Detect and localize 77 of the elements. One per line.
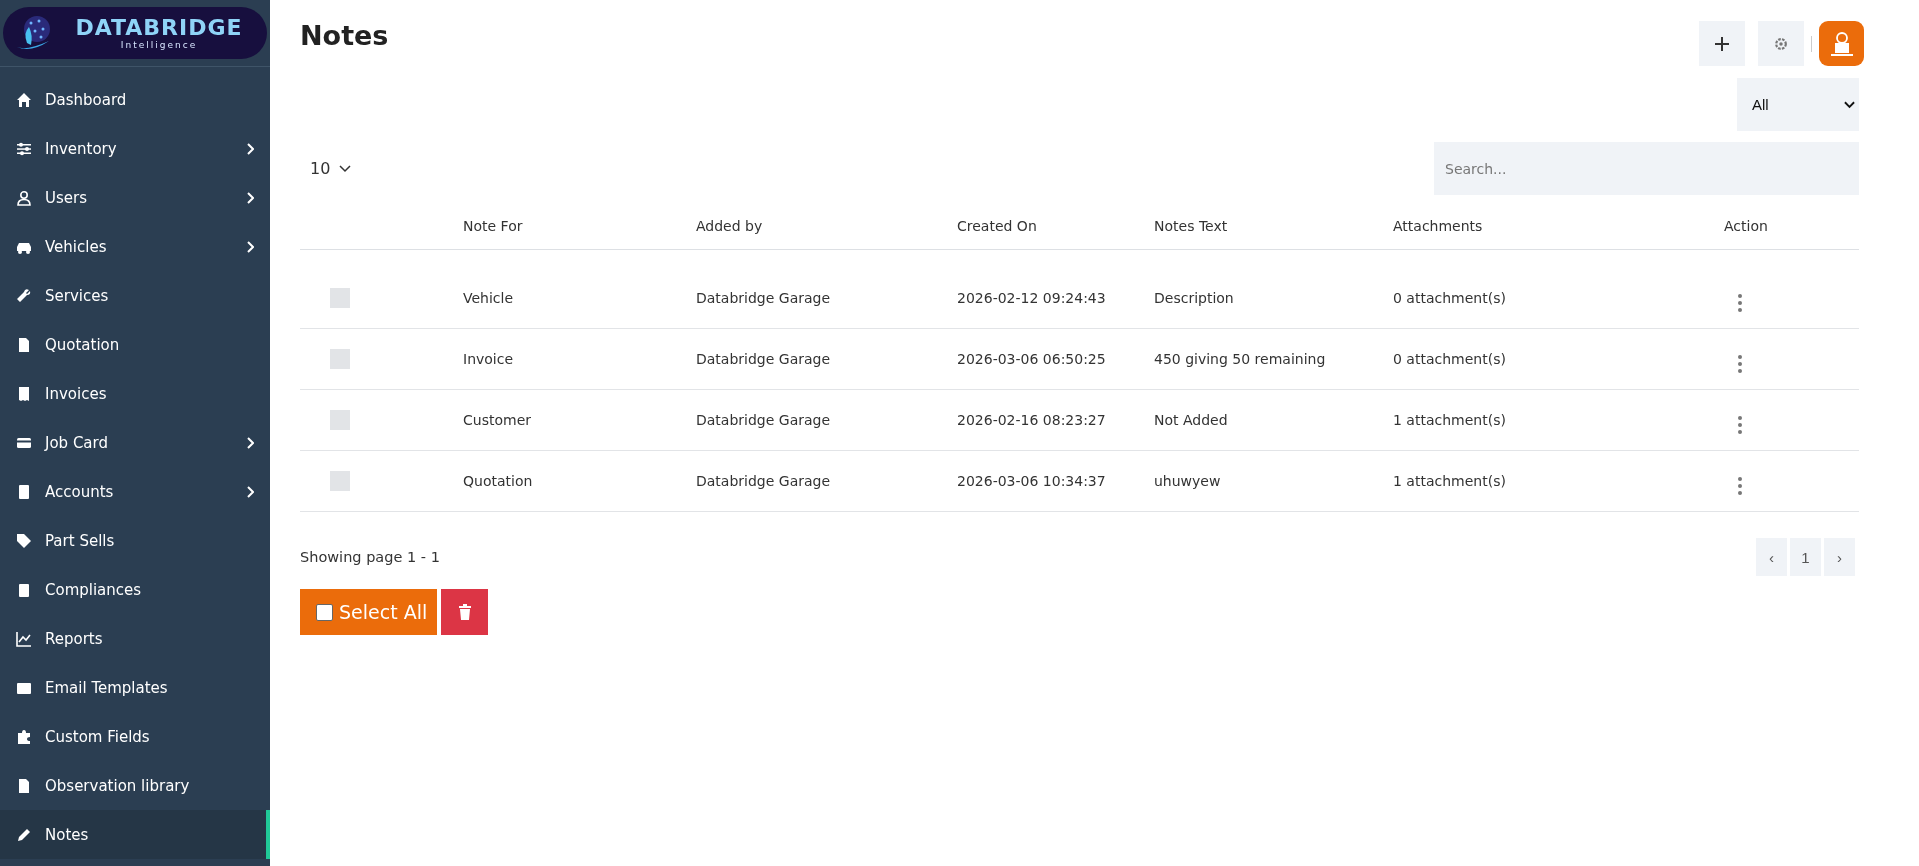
sidebar-item[interactable]: Inventory (0, 124, 270, 173)
search-field[interactable]: Search... (1434, 142, 1859, 195)
sidebar-item[interactable]: Part Sells (0, 516, 270, 565)
table-cell: Databridge Garage (696, 473, 831, 489)
table-cell: Quotation (463, 473, 533, 489)
chevron-down-icon (339, 164, 352, 173)
table-cell: 1 attachment(s) (1393, 412, 1506, 428)
sidebar-item[interactable]: Job Card (0, 418, 270, 467)
table-cell: 0 attachment(s) (1393, 351, 1506, 367)
table-cell: 2026-03-06 06:50:25 (957, 351, 1106, 367)
table-cell: 1 attachment(s) (1393, 473, 1506, 489)
page-summary: Showing page 1 - 1 (300, 549, 440, 565)
chart-icon (16, 630, 32, 647)
table-cell: Description (1154, 290, 1234, 306)
sidebar-item[interactable]: Invoices (0, 369, 270, 418)
user-avatar-button[interactable] (1819, 21, 1864, 66)
sidebar-item[interactable]: Observation library (0, 761, 270, 810)
sliders-icon (16, 140, 32, 157)
checkbox[interactable] (316, 603, 333, 621)
tag-icon (16, 532, 32, 549)
column-header: Action (1724, 218, 1768, 234)
sidebar-item[interactable]: Reports (0, 614, 270, 663)
table-cell: 450 giving 50 remaining (1154, 351, 1326, 367)
table-cell: 2026-02-12 09:24:43 (957, 290, 1106, 306)
settings-icon (1774, 36, 1788, 51)
table-cell: Vehicle (463, 290, 514, 306)
table-cell: Not Added (1154, 412, 1228, 428)
sidebar-item[interactable]: Services (0, 271, 270, 320)
column-header: Attachments (1393, 218, 1483, 234)
sidebar-item[interactable]: Quotation (0, 320, 270, 369)
table-cell: 0 attachment(s) (1393, 290, 1506, 306)
sidebar-item[interactable]: Users (0, 173, 270, 222)
table-cell: Databridge Garage (696, 290, 831, 306)
page-title: Notes (300, 20, 389, 51)
sidebar-item[interactable]: Notes (0, 810, 270, 859)
sidebar-item[interactable]: Accounts (0, 467, 270, 516)
user-icon (16, 189, 32, 206)
row-checkbox[interactable] (330, 410, 350, 430)
trash-icon (457, 604, 472, 620)
column-header: Created On (957, 218, 1037, 234)
logo-subtitle: Intelligence (120, 40, 198, 50)
table-cell: 2026-02-16 08:23:27 (957, 412, 1106, 428)
chevron-down-icon (1844, 100, 1855, 109)
table-cell: 2026-03-06 10:34:37 (957, 473, 1106, 489)
home-icon (16, 91, 32, 108)
page-number-button[interactable]: 1 (1790, 538, 1821, 576)
logo[interactable]: DATABRIDGE Intelligence (3, 7, 267, 59)
table-cell: Databridge Garage (696, 351, 831, 367)
row-checkbox[interactable] (330, 349, 350, 369)
page-size-select[interactable]: 10 (310, 159, 352, 178)
table-cell: Invoice (463, 351, 514, 367)
puzzle-icon (16, 728, 32, 745)
receipt-icon (16, 385, 32, 402)
sidebar-item[interactable]: Vehicles (0, 222, 270, 271)
row-checkbox[interactable] (330, 471, 350, 491)
sidebar-item[interactable]: Custom Fields (0, 712, 270, 761)
column-header: Notes Text (1154, 218, 1228, 234)
sidebar-item[interactable]: Compliances (0, 565, 270, 614)
column-header: Note For (463, 218, 523, 234)
table-cell: Databridge Garage (696, 412, 831, 428)
next-page-button[interactable]: › (1824, 538, 1855, 576)
column-header: Added by (696, 218, 763, 234)
sidebar-item[interactable]: Dashboard (0, 75, 270, 124)
table-cell: uhuwyew (1154, 473, 1221, 489)
edit-icon (16, 826, 32, 843)
table-cell: Customer (463, 412, 531, 428)
delete-button[interactable] (441, 589, 489, 635)
wrench-icon (16, 287, 32, 304)
filter-select[interactable]: All (1737, 78, 1859, 131)
row-checkbox[interactable] (330, 288, 350, 308)
previous-page-button[interactable]: ‹ (1756, 538, 1787, 576)
sidebar-item[interactable]: Email Templates (0, 663, 270, 712)
add-button[interactable] (1699, 21, 1745, 66)
doc-icon (16, 777, 32, 794)
logo-title: DATABRIDGE (75, 16, 243, 40)
plus-icon (1714, 35, 1730, 52)
doc-icon (16, 336, 32, 353)
